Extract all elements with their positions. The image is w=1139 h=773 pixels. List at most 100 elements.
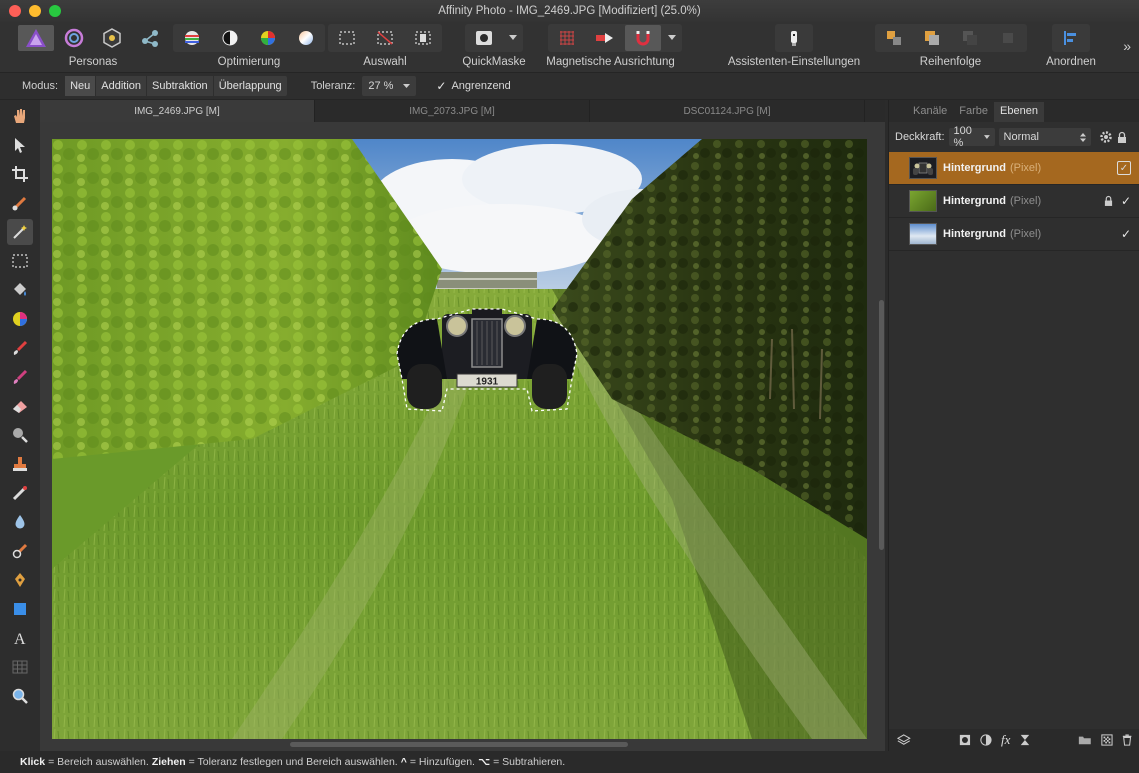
vertical-scrollbar[interactable]: [879, 300, 884, 550]
quick-mask-icon[interactable]: [466, 25, 502, 51]
contiguous-checkbox[interactable]: ✓ Angrenzend: [436, 79, 510, 93]
paint-brush-icon[interactable]: [7, 335, 33, 361]
snap-to-icon[interactable]: [587, 25, 623, 51]
align-icon[interactable]: [1053, 25, 1089, 51]
move-pointer-icon[interactable]: [7, 132, 33, 158]
view-hand-icon[interactable]: [7, 103, 33, 129]
mode-add-button[interactable]: Addition: [96, 76, 148, 96]
add-mask-icon[interactable]: [959, 733, 971, 747]
layers-stack-icon[interactable]: [897, 733, 911, 747]
erase-brush-icon[interactable]: [7, 393, 33, 419]
snapping-label: Magnetische Ausrichtung: [546, 56, 675, 68]
quick-mask-dropdown[interactable]: [504, 25, 522, 51]
layer-row[interactable]: Hintergrund (Pixel) ✓: [889, 218, 1139, 251]
grid-snapping-icon[interactable]: [549, 25, 585, 51]
visibility-checkmark-icon[interactable]: ✓: [1121, 194, 1131, 208]
auswahl-label: Auswahl: [363, 56, 407, 68]
zoom-window-button[interactable]: [49, 5, 61, 17]
photo-persona-icon[interactable]: [18, 25, 54, 51]
flood-select-wand-icon[interactable]: [7, 219, 33, 245]
toolbar-overflow-button[interactable]: »: [1123, 38, 1131, 54]
dodge-icon[interactable]: [7, 422, 33, 448]
layer-row[interactable]: Hintergrund (Pixel) ✓: [889, 185, 1139, 218]
move-forward-icon[interactable]: [952, 25, 988, 51]
color-replacement-icon[interactable]: [7, 364, 33, 390]
tab-dsc01124[interactable]: DSC01124.JPG [M]: [590, 100, 865, 122]
pen-icon[interactable]: [7, 567, 33, 593]
auto-white-balance-icon[interactable]: [288, 25, 324, 51]
crop-icon[interactable]: [7, 161, 33, 187]
adjustment-icon[interactable]: [980, 733, 992, 747]
visibility-checkbox[interactable]: ✓: [1117, 161, 1131, 175]
gradient-icon[interactable]: [7, 306, 33, 332]
window-controls: [9, 5, 61, 17]
auto-contrast-icon[interactable]: [212, 25, 248, 51]
mode-subtract-button[interactable]: Subtraktion: [147, 76, 214, 96]
live-filter-icon[interactable]: [1019, 733, 1031, 747]
auto-colors-icon[interactable]: [250, 25, 286, 51]
export-persona-icon[interactable]: [132, 25, 168, 51]
snapping-dropdown[interactable]: [663, 25, 681, 51]
fx-icon[interactable]: fx: [1001, 732, 1010, 748]
lock-icon[interactable]: [1104, 195, 1113, 207]
auswahl-group: Auswahl: [328, 24, 442, 68]
tab-img-2469[interactable]: IMG_2469.JPG [M]: [40, 100, 315, 122]
deselect-icon[interactable]: [367, 25, 403, 51]
blur-drop-icon[interactable]: [7, 509, 33, 535]
opacity-dropdown[interactable]: 100 %: [948, 125, 995, 149]
tab-color[interactable]: Farbe: [953, 102, 994, 122]
zoom-icon[interactable]: [7, 683, 33, 709]
layer-row[interactable]: Hintergrund (Pixel) ✓: [889, 152, 1139, 185]
move-back-icon[interactable]: [914, 25, 950, 51]
lock-icon[interactable]: [1117, 131, 1127, 144]
contiguous-label: Angrenzend: [451, 80, 511, 92]
layer-type: (Pixel): [1009, 195, 1042, 207]
optimierung-label: Optimierung: [217, 56, 281, 68]
layer-thumbnail: [909, 223, 937, 245]
opacity-value: 100 %: [953, 125, 972, 149]
move-to-front-icon[interactable]: [990, 25, 1026, 51]
new-pixel-layer-icon[interactable]: [1101, 733, 1113, 747]
clone-stamp-icon[interactable]: [7, 451, 33, 477]
marquee-icon[interactable]: [7, 248, 33, 274]
move-to-back-icon[interactable]: [876, 25, 912, 51]
smudge-icon[interactable]: [7, 538, 33, 564]
blend-mode-value: Normal: [1003, 131, 1039, 143]
rectangle-shape-icon[interactable]: [7, 596, 33, 622]
tab-layers[interactable]: Ebenen: [994, 102, 1044, 122]
close-window-button[interactable]: [9, 5, 21, 17]
panel-tabs: Kanäle Farbe Ebenen: [889, 100, 1139, 122]
tab-img-2073[interactable]: IMG_2073.JPG [M]: [315, 100, 590, 122]
mode-new-button[interactable]: Neu: [65, 76, 97, 96]
healing-icon[interactable]: [7, 480, 33, 506]
visibility-checkmark-icon[interactable]: ✓: [1121, 227, 1131, 241]
text-icon[interactable]: A: [7, 625, 33, 651]
liquify-persona-icon[interactable]: [56, 25, 92, 51]
opacity-label: Deckkraft:: [895, 131, 945, 143]
magnet-icon[interactable]: [624, 25, 661, 51]
canvas-area[interactable]: 1931: [40, 122, 885, 751]
folder-icon[interactable]: [1078, 734, 1092, 746]
tab-channels[interactable]: Kanäle: [907, 102, 953, 122]
mesh-warp-icon[interactable]: [7, 654, 33, 680]
order-label: Reihenfolge: [919, 56, 982, 68]
flood-fill-icon[interactable]: [7, 277, 33, 303]
gear-icon[interactable]: [1099, 130, 1113, 144]
layer-type: (Pixel): [1009, 162, 1042, 174]
photo-canvas[interactable]: 1931: [52, 139, 867, 739]
horizontal-scrollbar[interactable]: [290, 742, 628, 747]
invert-selection-icon[interactable]: [405, 25, 441, 51]
status-key-drag: Ziehen: [151, 756, 186, 768]
auto-levels-icon[interactable]: [174, 25, 210, 51]
tolerance-dropdown[interactable]: 27 %: [362, 76, 417, 96]
quickmask-group: QuickMaske: [462, 24, 526, 68]
mode-intersect-button[interactable]: Überlappung: [214, 76, 287, 96]
blend-mode-dropdown[interactable]: Normal: [998, 128, 1091, 146]
select-all-icon[interactable]: [329, 25, 365, 51]
minimize-window-button[interactable]: [29, 5, 41, 17]
develop-persona-icon[interactable]: [94, 25, 130, 51]
trash-icon[interactable]: [1122, 733, 1132, 747]
layer-type: (Pixel): [1009, 228, 1042, 240]
selection-brush-icon[interactable]: [7, 190, 33, 216]
assistant-icon[interactable]: [776, 25, 812, 51]
